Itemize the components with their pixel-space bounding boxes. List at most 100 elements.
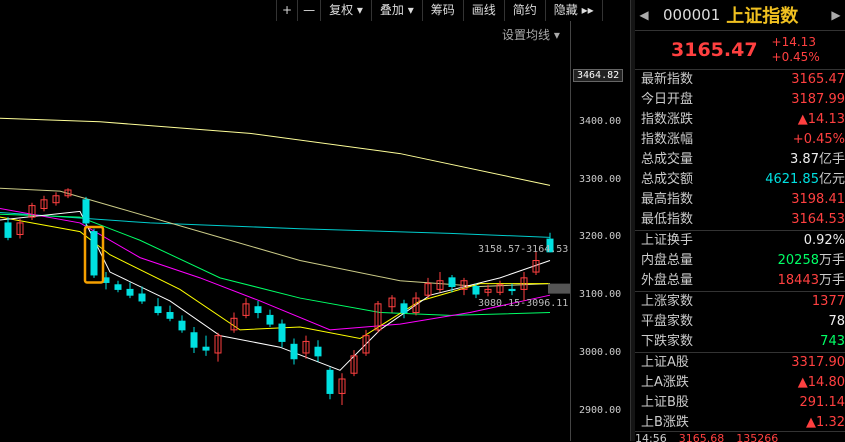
stat-unit: 亿元: [819, 172, 845, 187]
candlestick-plot[interactable]: 3158.57-3164.53 3080.15-3096.11: [0, 0, 570, 441]
stat-number: 3.87: [790, 152, 819, 167]
next-arrow-icon[interactable]: ▶: [827, 8, 845, 22]
price-tick: 3000.00: [579, 347, 621, 358]
stat-row: 总成交额 4621.85亿元: [635, 170, 845, 190]
marker-upper-label: 3158.57-3164.53: [478, 244, 568, 255]
stat-label: 最新指数: [641, 70, 693, 90]
stat-value: ▲1.32: [806, 413, 845, 433]
chart-toolbar: + — 复权 ▾ 叠加 ▾ 筹码 画线 简约 隐藏 ▸▸: [276, 0, 603, 21]
panel-header: ◀ 000001 上证指数 ▶: [635, 0, 845, 31]
current-price-label: 3464.82: [573, 69, 623, 82]
stat-row: 上证B股 291.14: [635, 393, 845, 413]
stat-label: 上证换手: [641, 231, 693, 251]
ma-setting-dropdown[interactable]: 设置均线 ▾: [502, 26, 560, 43]
stat-row: 上涨家数1377: [635, 291, 845, 312]
stat-number: ▲14.13: [798, 112, 845, 127]
stat-label: 内盘总量: [641, 251, 693, 271]
candle-body: [127, 289, 133, 295]
stat-value: 3198.41: [791, 190, 845, 210]
candle-body: [83, 200, 89, 223]
draw-line-button[interactable]: 画线: [464, 0, 505, 21]
stat-label: 外盘总量: [641, 271, 693, 291]
kline-chart[interactable]: 3158.57-3164.53 3080.15-3096.11 + — 复权 ▾ …: [0, 0, 630, 441]
stat-label: 指数涨跌: [641, 110, 693, 130]
stat-value: 78: [828, 312, 845, 332]
hide-button[interactable]: 隐藏 ▸▸: [546, 0, 603, 21]
stats-list: 最新指数 3165.47 今日开盘 3187.99 指数涨跌 ▲14.13 指数涨幅 +0.4…: [635, 70, 845, 433]
stat-number: 291.14: [800, 395, 845, 410]
candle-body: [91, 232, 97, 275]
ma-line: [0, 211, 550, 370]
stat-row: 外盘总量 18443万手: [635, 271, 845, 291]
price-tick: 2900.00: [579, 405, 621, 416]
stat-number: 3165.47: [791, 72, 845, 87]
stat-number: 3198.41: [791, 192, 845, 207]
simple-mode-button[interactable]: 简约: [505, 0, 546, 21]
candle-body: [255, 307, 261, 313]
overlay-dropdown[interactable]: 叠加 ▾: [372, 0, 423, 21]
stat-label: 总成交额: [641, 170, 693, 190]
quote-panel: ◀ 000001 上证指数 ▶ 3165.47 +14.13 +0.45% 最新…: [635, 0, 845, 441]
stat-number: 3164.53: [791, 212, 845, 227]
zoom-in-button[interactable]: +: [277, 0, 298, 21]
stat-label: 上证B股: [641, 393, 689, 413]
price-change-pct: +0.45%: [772, 50, 820, 64]
stat-label: 上证A股: [641, 353, 689, 373]
index-name: 上证指数: [726, 2, 798, 28]
stat-value: 3.87亿手: [790, 150, 845, 170]
stat-number: 3187.99: [791, 92, 845, 107]
stat-number: 18443: [778, 273, 819, 288]
stat-value: ▲14.13: [798, 110, 845, 130]
stat-row: 上证A股 3317.90: [635, 352, 845, 373]
prev-arrow-icon[interactable]: ◀: [635, 8, 653, 22]
stat-row: 最低指数 3164.53: [635, 210, 845, 230]
stat-row: 平盘家数 78: [635, 312, 845, 332]
stat-value: 743: [820, 332, 845, 352]
stat-row: 指数涨幅 +0.45%: [635, 130, 845, 150]
stat-unit: 万手: [819, 253, 845, 268]
tick-row: 14:56 3165.68 135266: [635, 431, 845, 442]
stat-value: 0.92%: [804, 231, 845, 251]
stat-row: 内盘总量 20258万手: [635, 251, 845, 271]
stat-number: 20258: [778, 253, 819, 268]
stat-label: 上涨家数: [641, 292, 693, 312]
ma-line: [0, 208, 550, 329]
stat-label: 指数涨幅: [641, 130, 693, 150]
stat-label: 最高指数: [641, 190, 693, 210]
stat-value: +0.45%: [793, 130, 845, 150]
stat-unit: 亿手: [819, 152, 845, 167]
candle-body: [5, 223, 11, 237]
zoom-out-button[interactable]: —: [298, 0, 321, 21]
stat-value: 3317.90: [791, 353, 845, 373]
price-tick: 3100.00: [579, 289, 621, 300]
marker-lower-label: 3080.15-3096.11: [478, 298, 568, 309]
stat-label: 最低指数: [641, 210, 693, 230]
stat-value: 291.14: [800, 393, 845, 413]
stat-label: 总成交量: [641, 150, 693, 170]
stat-row: 今日开盘 3187.99: [635, 90, 845, 110]
stat-label: 下跌家数: [641, 332, 693, 352]
price-change-block: +14.13 +0.45%: [772, 35, 820, 65]
price-tick: 3400.00: [579, 116, 621, 127]
stat-row: 上B涨跌▲1.32: [635, 413, 845, 433]
candle-body: [179, 321, 185, 330]
stat-number: 4621.85: [765, 172, 819, 187]
candle-body: [167, 313, 173, 319]
stat-label: 平盘家数: [641, 312, 693, 332]
stat-row: 总成交量 3.87亿手: [635, 150, 845, 170]
chips-button[interactable]: 筹码: [423, 0, 464, 21]
stat-label: 上A涨跌: [641, 373, 689, 393]
candle-body: [267, 315, 273, 324]
stat-number: +0.45%: [793, 132, 845, 147]
stat-value: 18443万手: [778, 271, 845, 291]
stat-row: 下跌家数 743: [635, 332, 845, 352]
price-marker: [548, 284, 570, 294]
last-price: 3165.47: [671, 39, 758, 61]
candle-body: [191, 333, 197, 347]
ma-line: [0, 214, 550, 315]
candle-body: [291, 344, 297, 358]
stat-label: 今日开盘: [641, 90, 693, 110]
ma-line: [0, 118, 550, 185]
candle-body: [473, 287, 479, 295]
adjust-dropdown[interactable]: 复权 ▾: [321, 0, 372, 21]
